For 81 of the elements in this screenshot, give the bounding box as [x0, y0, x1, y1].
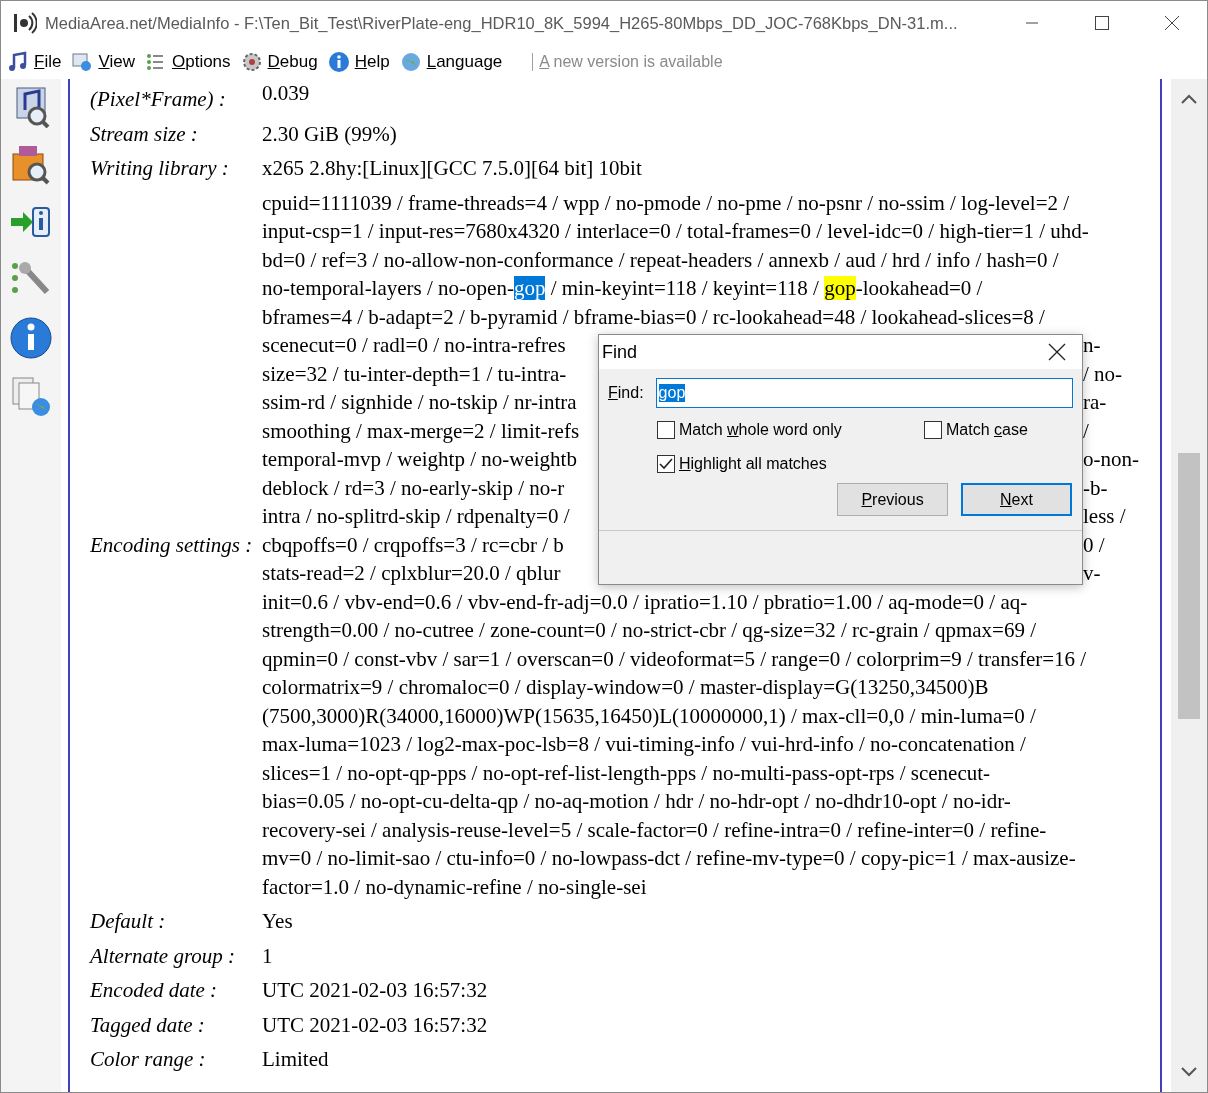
setting-text: Limited — [262, 1046, 330, 1073]
setting-text: strength=0.00 / no-cutree / zone-count=0 / no-strict-cbr / qg-size=32 / rc-grain / qpmax=69 / — [262, 617, 1037, 644]
setting-text: ssim-rd / signhide / no-tskip / nr-intra — [262, 389, 577, 416]
globe-icon — [399, 51, 422, 73]
setting-text: o-non- — [1083, 446, 1139, 473]
field-label: Encoded date : — [90, 977, 219, 1004]
setting-text: x265 2.8hy:[Linux][GCC 7.5.0][64 bit] 10bit — [262, 155, 643, 182]
gear-icon — [240, 51, 263, 73]
setting-text: Yes — [262, 908, 294, 935]
scrollbar[interactable] — [1171, 79, 1207, 1092]
setting-text: 0 / — [1083, 531, 1105, 559]
dialog-button[interactable]: Next — [961, 483, 1072, 516]
setting-text: bias=0.05 / no-opt-cu-delta-qp / no-aq-motion / hdr / no-hdr-opt / no-dhdr10-opt / no-idr- — [262, 788, 1012, 815]
setting-text: qpmin=0 / const-vbv / sar=1 / overscan=0 / videoformat=5 / range=0 / colorprim=9 / transfer=16 / — [262, 645, 1088, 673]
window-title: MediaArea.net/MediaInfo - F:\Ten_Bit_Test\RiverPlate-eng_HDR10_8K_5994_H265-80Mbps_DD_JOC-768Kbps_DN-31.m... — [45, 13, 958, 33]
field-label: Tagged date : — [90, 1011, 206, 1039]
setting-text: 1 — [262, 942, 274, 970]
field-label: Default : — [90, 908, 167, 935]
app-icon — [13, 12, 37, 34]
setting-text: bd=0 / ref=3 / no-allow-non-conformance / repeat-headers / annexb / aud / hrd / info / hash=0 / — [262, 246, 1060, 274]
menu-item[interactable]: File — [5, 49, 68, 75]
setting-text: slices=1 / no-opt-qp-pps / no-opt-ref-list-length-pps / no-multi-pass-opt-rps / scenecut- — [262, 759, 992, 787]
chevron-down-icon — [1181, 1067, 1197, 1077]
setting-text: -b- — [1083, 474, 1108, 502]
setting-text: 2.30 GiB (99%) — [262, 120, 398, 148]
close-icon — [1164, 15, 1180, 31]
field-label: Stream size : — [90, 120, 199, 148]
menu-item[interactable]: Debug — [238, 49, 324, 75]
setting-text: input-csp=1 / input-res=7680x4320 / interlace=0 / total-frames=0 / level-idc=0 / high-tier=1 / uhd- — [262, 218, 1090, 245]
field-label: (Pixel*Frame) : — [90, 86, 227, 113]
chevron-up-icon — [1181, 94, 1197, 104]
setting-text: less / — [1083, 503, 1126, 530]
checkbox[interactable]: Match whole word only — [657, 421, 924, 439]
documents-globe-icon — [9, 374, 53, 418]
setting-text: size=32 / tu-inter-depth=1 / tu-intra- — [262, 360, 567, 388]
scroll-thumb[interactable] — [1178, 453, 1200, 719]
setting-text: stats-read=2 / cplxblur=20.0 / qblur — [262, 560, 561, 587]
setting-text: max-luma=1023 / log2-max-poc-lsb=8 / vui-timing-info / vui-hrd-info / no-concatenation / — [262, 731, 1027, 758]
info-icon — [9, 316, 53, 360]
dialog-title: Find — [602, 341, 637, 363]
setting-text: cpuid=1111039 / frame-threads=4 / wpp / no-pmode / no-pme / no-psnr / no-ssim / log-level=2 / — [262, 189, 1071, 217]
setting-text: UTC 2021-02-03 16:57:32 — [262, 1011, 489, 1039]
setting-text: smoothing / max-merge=2 / limit-refs — [262, 417, 580, 445]
checkbox[interactable]: Highlight all matches — [657, 455, 924, 473]
setting-text: colormatrix=9 / chromaloc=0 / display-window=0 / master-display=G(13250,34500)B — [262, 674, 990, 701]
field-label: Encoding settings : — [90, 531, 254, 559]
menu-item[interactable]: Help — [325, 49, 396, 75]
setting-text: n- — [1083, 332, 1101, 359]
setting-text: v- — [1083, 560, 1101, 587]
setting-text: cbqpoffs=0 / crqpoffs=3 / rc=cbr / b — [262, 531, 564, 559]
setting-text: / no- — [1083, 360, 1123, 388]
setting-text: init=0.6 / vbv-end=0.6 / vbv-end-fr-adj=0.0 / ipratio=1.10 / pbratio=1.00 / aq-mode=0 / aq- — [262, 588, 1029, 616]
setting-text: 0.039 — [262, 80, 311, 107]
field-label: Alternate group : — [90, 942, 237, 970]
setting-text: temporal-mvp / weightp / no-weightb — [262, 446, 577, 473]
setting-text: deblock / rd=3 / no-early-skip / no-r — [262, 474, 565, 502]
setting-text: / — [1083, 417, 1089, 445]
setting-text: scenecut=0 / radl=0 / no-intra-refres — [262, 332, 566, 359]
menu-item[interactable]: Options — [142, 49, 237, 75]
check-icon — [659, 458, 673, 470]
menu-item[interactable]: Language — [397, 49, 509, 75]
field-label: Writing library : — [90, 155, 230, 182]
menu-item[interactable]: View — [69, 49, 141, 75]
dialog-button[interactable]: Previous — [837, 483, 948, 516]
setting-text: mv=0 / no-limit-sao / ctu-info=0 / no-lowpass-dct / refine-mv-type=0 / copy-pic=1 / max-ausize- — [262, 845, 1077, 872]
field-label: Find: — [608, 384, 644, 402]
close-icon — [1048, 343, 1066, 361]
field-label: Color range : — [90, 1046, 207, 1073]
setting-text: UTC 2021-02-03 16:57:32 — [262, 977, 489, 1004]
window-icon — [71, 51, 94, 73]
setting-text: recovery-sei / analysis-reuse-level=5 / scale-factor=0 / refine-intra=0 / refine-inter=0 / refine- — [262, 816, 1048, 844]
find-field[interactable]: gop — [655, 378, 1073, 408]
info-icon — [327, 51, 350, 73]
setting-text: (7500,3000)R(34000,16000)WP(15635,16450)L(10000000,1) / max-cll=0,0 / min-luma=0 / — [262, 702, 1037, 730]
setting-text: intra / no-splitrd-skip / rdpenalty=0 / — [262, 503, 570, 530]
maximize-icon — [1095, 16, 1109, 30]
setting-text: factor=1.0 / no-dynamic-refine / no-single-sei — [262, 873, 648, 901]
setting-text: bframes=4 / b-adapt=2 / b-pyramid / bframe-bias=0 / rc-lookahead=48 / lookahead-slices=8 / — [262, 303, 1046, 331]
setting-text: ra- — [1083, 389, 1107, 416]
note-icon — [7, 51, 29, 73]
checkbox[interactable]: Match case — [924, 421, 1073, 439]
